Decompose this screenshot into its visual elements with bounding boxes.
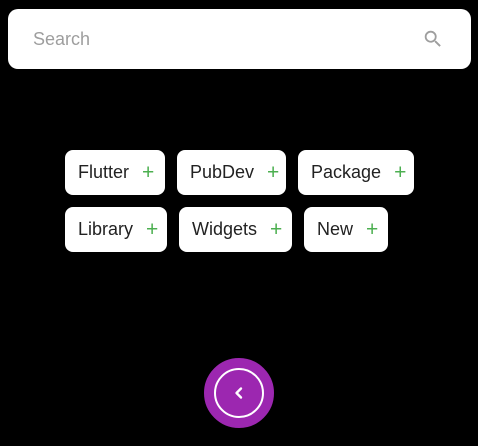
add-icon[interactable]: + bbox=[270, 219, 282, 240]
back-button-ring bbox=[214, 368, 264, 418]
chip-label: Widgets bbox=[192, 219, 258, 239]
chip-label: Package bbox=[311, 162, 382, 182]
chip-new[interactable]: New + bbox=[304, 207, 388, 252]
add-icon[interactable]: + bbox=[366, 219, 378, 240]
chip-label: New bbox=[317, 219, 354, 239]
chip-label: Library bbox=[78, 219, 134, 239]
chip-widgets[interactable]: Widgets + bbox=[179, 207, 292, 252]
chip-package[interactable]: Package + bbox=[298, 150, 414, 195]
chip-label: Flutter bbox=[78, 162, 130, 182]
app-screen: Flutter + PubDev + Package + Library + W… bbox=[0, 0, 478, 446]
add-icon[interactable]: + bbox=[146, 219, 158, 240]
add-icon[interactable]: + bbox=[394, 162, 406, 183]
add-icon[interactable]: + bbox=[142, 162, 154, 183]
chip-flutter[interactable]: Flutter + bbox=[65, 150, 165, 195]
add-icon[interactable]: + bbox=[267, 162, 279, 183]
chevron-left-icon bbox=[235, 387, 243, 399]
back-button[interactable] bbox=[204, 358, 274, 428]
chip-library[interactable]: Library + bbox=[65, 207, 167, 252]
chip-pubdev[interactable]: PubDev + bbox=[177, 150, 286, 195]
chip-label: PubDev bbox=[190, 162, 255, 182]
